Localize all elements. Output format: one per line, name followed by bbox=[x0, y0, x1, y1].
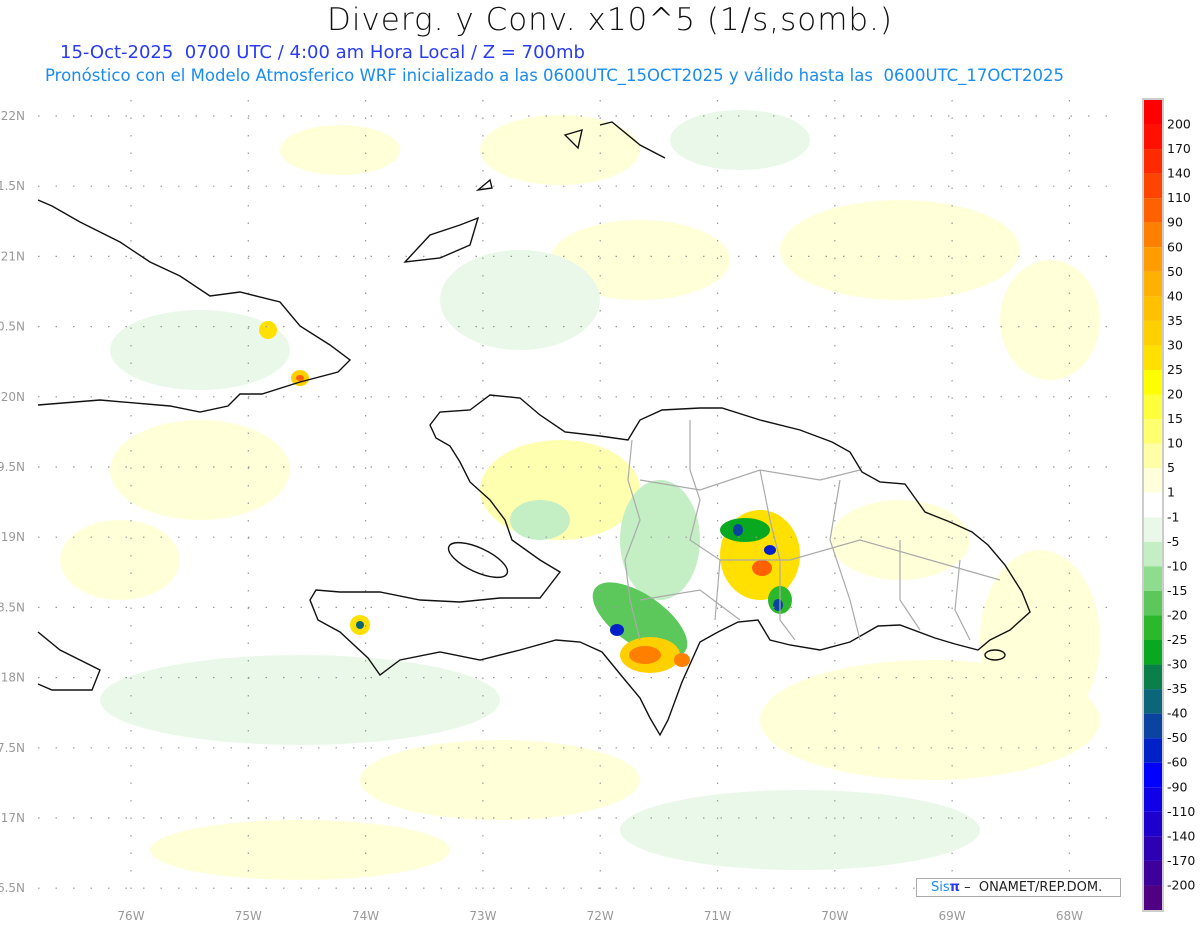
colorbar-swatch bbox=[1144, 419, 1162, 444]
lat-tick-label: 20N bbox=[1, 390, 25, 404]
colorbar-swatch bbox=[1144, 590, 1162, 616]
lat-tick-label: 21N bbox=[1, 249, 25, 263]
colorbar-swatch bbox=[1144, 517, 1162, 542]
colorbar-swatch bbox=[1144, 345, 1162, 370]
colorbar-label: -10 bbox=[1167, 558, 1187, 573]
colorbar-swatch bbox=[1144, 198, 1162, 223]
colorbar-label: 5 bbox=[1167, 460, 1175, 475]
colorbar-label: 20 bbox=[1167, 387, 1183, 402]
colorbar-swatch bbox=[1144, 149, 1162, 174]
colorbar: 200 170 140 110 90 60 50 40 35 30 25 20 15 10 5 1 -1 -5 -1… bbox=[1142, 98, 1195, 912]
colorbar-label: 50 bbox=[1167, 264, 1183, 279]
lat-tick-label: 6.5N bbox=[0, 881, 25, 895]
credit-sis: Sis bbox=[931, 880, 950, 895]
colorbar-label: 15 bbox=[1167, 411, 1183, 426]
lon-tick-label: 69W bbox=[939, 909, 966, 923]
colorbar-label: -25 bbox=[1167, 632, 1187, 647]
credit-text: – ONAMET/REP.DOM. bbox=[959, 880, 1103, 895]
map-plot: 76W 75W 74W 73W 72W 71W 70W 69W 68W 22N 1.5N 21N 0.5… bbox=[0, 98, 1195, 923]
colorbar-label: -200 bbox=[1167, 877, 1195, 892]
colorbar-swatch bbox=[1144, 296, 1162, 321]
lat-tick-label: 17N bbox=[1, 811, 25, 825]
colorbar-label: 60 bbox=[1167, 239, 1183, 254]
credit-pi-logo: π bbox=[949, 880, 960, 895]
lon-tick-label: 73W bbox=[469, 909, 496, 923]
colorbar-swatch bbox=[1144, 320, 1162, 346]
colorbar-label: -20 bbox=[1167, 607, 1187, 622]
lon-tick-label: 71W bbox=[704, 909, 731, 923]
lat-tick-label: 9.5N bbox=[0, 460, 25, 474]
colorbar-label: -5 bbox=[1167, 534, 1179, 549]
colorbar-label: -35 bbox=[1167, 681, 1187, 696]
colorbar-swatch bbox=[1144, 492, 1162, 518]
colorbar-label: 200 bbox=[1167, 117, 1191, 132]
colorbar-swatch bbox=[1144, 443, 1162, 469]
colorbar-swatch bbox=[1144, 860, 1162, 886]
lat-tick-label: 0.5N bbox=[0, 320, 25, 334]
credit-box: Sisπ – ONAMET/REP.DOM. bbox=[916, 878, 1121, 897]
colorbar-label: -60 bbox=[1167, 755, 1187, 770]
colorbar-label: -140 bbox=[1167, 828, 1195, 843]
colorbar-label: 140 bbox=[1167, 166, 1191, 181]
lon-tick-label: 76W bbox=[117, 909, 144, 923]
lon-tick-label: 68W bbox=[1056, 909, 1083, 923]
colorbar-label: 10 bbox=[1167, 436, 1183, 451]
colorbar-swatch bbox=[1144, 689, 1162, 714]
colorbar-label: -110 bbox=[1167, 804, 1195, 819]
colorbar-swatch bbox=[1144, 271, 1162, 297]
colorbar-label: 90 bbox=[1167, 215, 1183, 230]
lat-tick-label: 22N bbox=[1, 109, 25, 123]
colorbar-label: -30 bbox=[1167, 657, 1187, 672]
colorbar-swatch bbox=[1144, 370, 1162, 395]
colorbar-swatch bbox=[1144, 762, 1162, 788]
colorbar-swatch bbox=[1144, 541, 1162, 567]
colorbar-swatch bbox=[1144, 173, 1162, 199]
colorbar-label: -15 bbox=[1167, 583, 1187, 598]
lon-tick-label: 75W bbox=[235, 909, 262, 923]
colorbar-label: 35 bbox=[1167, 313, 1183, 328]
colorbar-label: 110 bbox=[1167, 190, 1191, 205]
colorbar-label: -50 bbox=[1167, 730, 1187, 745]
lon-tick-label: 70W bbox=[821, 909, 848, 923]
colorbar-label: -40 bbox=[1167, 706, 1187, 721]
colorbar-label: -170 bbox=[1167, 853, 1195, 868]
lon-tick-label: 74W bbox=[352, 909, 379, 923]
colorbar-swatch bbox=[1144, 713, 1162, 739]
model-info-subtitle: Pronóstico con el Modelo Atmosferico WRF… bbox=[45, 66, 1064, 85]
colorbar-label: 30 bbox=[1167, 337, 1183, 352]
colorbar-swatch bbox=[1144, 811, 1162, 837]
colorbar-swatch bbox=[1144, 566, 1162, 591]
colorbar-swatch bbox=[1144, 247, 1162, 272]
colorbar-label: -1 bbox=[1167, 509, 1179, 524]
colorbar-swatch bbox=[1144, 738, 1162, 763]
colorbar-swatch bbox=[1144, 124, 1162, 150]
colorbar-label: 40 bbox=[1167, 288, 1183, 303]
lon-tick-label: 72W bbox=[587, 909, 614, 923]
lat-tick-label: 19N bbox=[1, 530, 25, 544]
lat-tick-label: 18N bbox=[1, 671, 25, 685]
colorbar-label: 25 bbox=[1167, 362, 1183, 377]
colorbar-swatch bbox=[1144, 787, 1162, 812]
colorbar-swatch bbox=[1144, 640, 1162, 665]
colorbar-swatch bbox=[1144, 468, 1162, 493]
colorbar-swatch bbox=[1144, 615, 1162, 640]
colorbar-swatch bbox=[1144, 394, 1162, 420]
colorbar-label: 170 bbox=[1167, 141, 1191, 156]
valid-time-subtitle: 15-Oct-2025 0700 UTC / 4:00 am Hora Loca… bbox=[60, 42, 585, 63]
colorbar-label: -90 bbox=[1167, 779, 1187, 794]
chart-title: Diverg. y Conv. x10^5 (1/s,somb.) bbox=[326, 2, 894, 38]
colorbar-swatch bbox=[1144, 664, 1162, 690]
colorbar-label: 1 bbox=[1167, 485, 1175, 500]
colorbar-swatch bbox=[1144, 836, 1162, 861]
lat-tick-label: 7.5N bbox=[0, 741, 25, 755]
lat-tick-label: 8.5N bbox=[0, 600, 25, 614]
lat-tick-label: 1.5N bbox=[0, 179, 25, 193]
colorbar-swatch bbox=[1144, 885, 1162, 910]
colorbar-swatch bbox=[1144, 100, 1162, 125]
colorbar-swatch bbox=[1144, 222, 1162, 248]
